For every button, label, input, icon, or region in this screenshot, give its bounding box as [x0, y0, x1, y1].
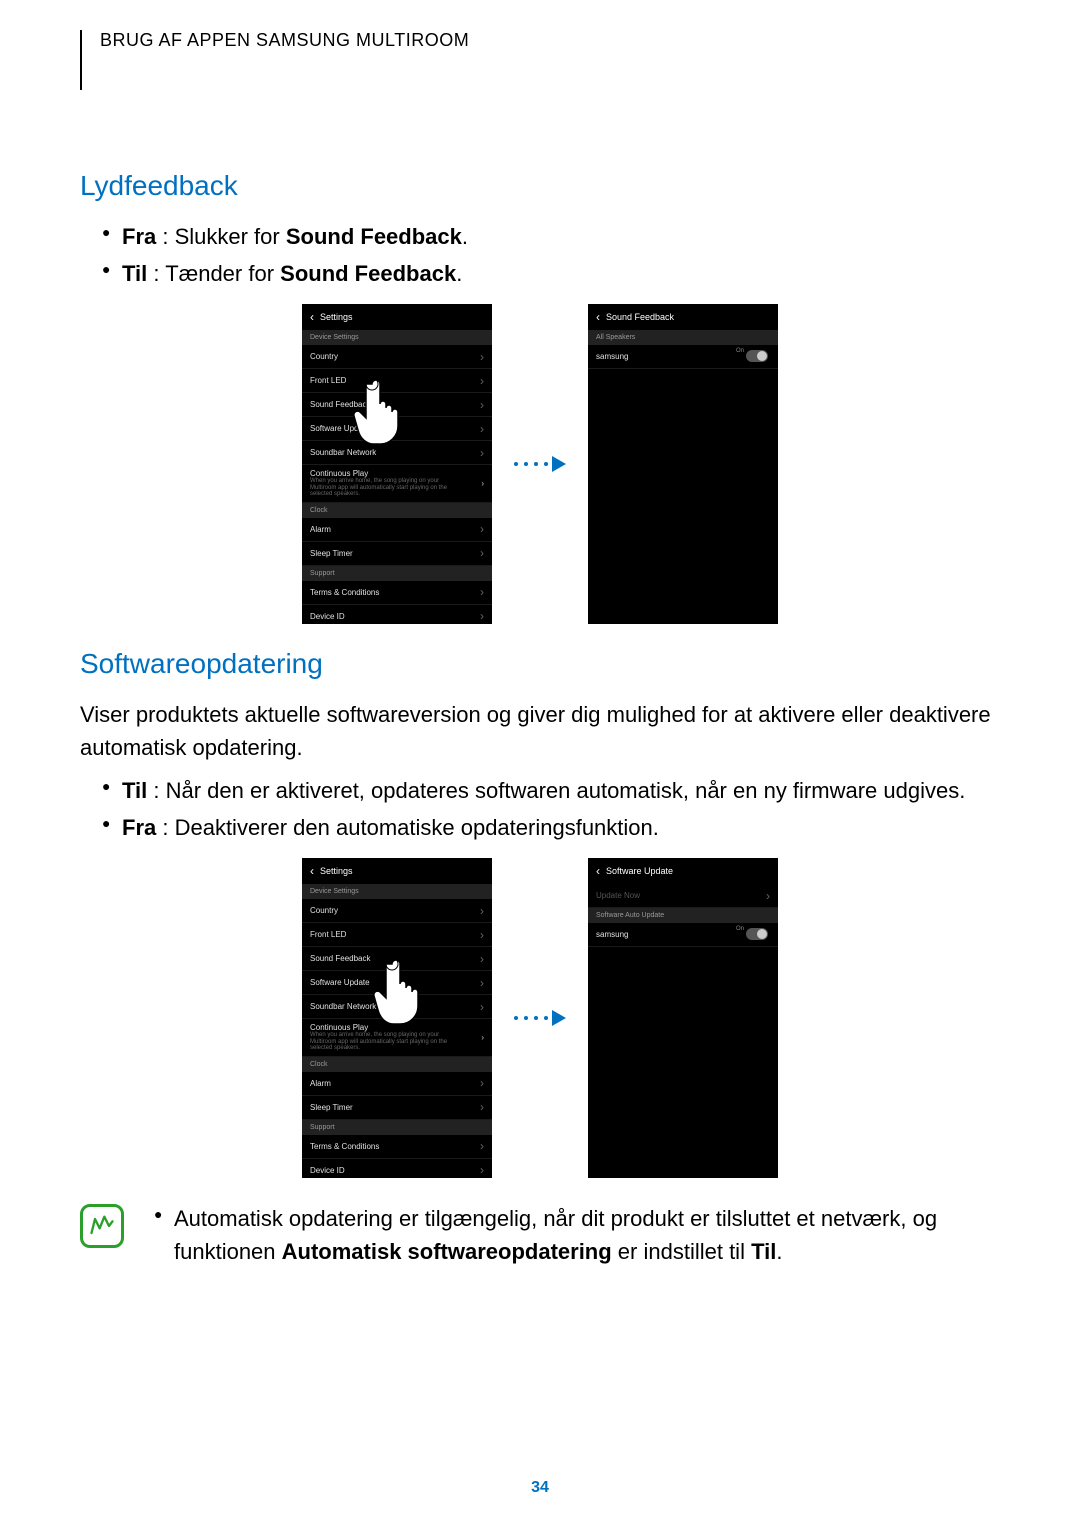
row-speaker: samsung On	[588, 923, 778, 947]
row-softwareupdate: Software Update›	[302, 417, 492, 441]
section-lydfeedback-title: Lydfeedback	[80, 170, 1000, 202]
note-text: Automatisk opdatering er tilgængelig, nå…	[154, 1202, 1000, 1268]
screenshot-row-2: ‹ Settings Device Settings Country› Fron…	[80, 858, 1000, 1178]
back-icon: ‹	[596, 310, 600, 324]
toggle-label: On	[736, 926, 744, 932]
phone-software-update: ‹ Software Update Update Now› Software A…	[588, 858, 778, 1178]
row-sleeptimer: Sleep Timer›	[302, 542, 492, 566]
bullet-fra: Fra : Slukker for Sound Feedback.	[102, 220, 1000, 253]
bullet-til-sw: Til : Når den er aktiveret, opdateres so…	[102, 774, 1000, 807]
phone-title: Sound Feedback	[606, 312, 674, 322]
chevron-right-icon: ›	[480, 1163, 484, 1177]
chevron-right-icon: ›	[480, 609, 484, 623]
main-content: Lydfeedback Fra : Slukker for Sound Feed…	[80, 170, 1000, 1272]
row-speaker: samsung On	[588, 345, 778, 369]
screenshot-row-1: ‹ Settings Device Settings Country› Fron…	[80, 304, 1000, 624]
toggle-switch	[746, 928, 768, 940]
row-deviceid: Device ID›	[302, 1159, 492, 1178]
section-software-title: Softwareopdatering	[80, 648, 1000, 680]
back-icon: ‹	[596, 864, 600, 878]
row-frontled: Front LED›	[302, 369, 492, 393]
support-label: Support	[302, 566, 492, 581]
chevron-right-icon: ›	[480, 546, 484, 560]
row-terms: Terms & Conditions›	[302, 581, 492, 605]
bullet-fra-sw: Fra : Deaktiverer den automatiske opdate…	[102, 811, 1000, 844]
dotted-arrow-icon	[512, 1008, 568, 1028]
chevron-right-icon: ›	[480, 904, 484, 918]
phone-sound-feedback: ‹ Sound Feedback All Speakers samsung On	[588, 304, 778, 624]
chevron-right-icon: ›	[480, 446, 484, 460]
row-update-now: Update Now›	[588, 884, 778, 908]
clock-label: Clock	[302, 1057, 492, 1072]
chevron-right-icon: ›	[766, 889, 770, 903]
row-soundfeedback: Sound Feedback›	[302, 947, 492, 971]
row-continuous-play: Continuous Play When you arrive home, th…	[302, 1019, 492, 1057]
chevron-right-icon: ›	[480, 928, 484, 942]
row-country: Country›	[302, 345, 492, 369]
all-speakers-label: All Speakers	[588, 330, 778, 345]
device-settings-label: Device Settings	[302, 330, 492, 345]
row-deviceid: Device ID›	[302, 605, 492, 624]
chevron-right-icon: ›	[480, 398, 484, 412]
chevron-right-icon: ›	[480, 952, 484, 966]
auto-update-label: Software Auto Update	[588, 908, 778, 923]
chevron-right-icon: ›	[480, 1139, 484, 1153]
phone-settings-2: ‹ Settings Device Settings Country› Fron…	[302, 858, 492, 1178]
software-bullets: Til : Når den er aktiveret, opdateres so…	[80, 774, 1000, 844]
chevron-right-icon: ›	[480, 976, 484, 990]
lydfeedback-bullets: Fra : Slukker for Sound Feedback. Til : …	[80, 220, 1000, 290]
row-alarm: Alarm›	[302, 1072, 492, 1096]
chevron-right-icon: ›	[480, 585, 484, 599]
dotted-arrow-icon	[512, 454, 568, 474]
device-settings-label: Device Settings	[302, 884, 492, 899]
chevron-right-icon: ›	[480, 522, 484, 536]
clock-label: Clock	[302, 503, 492, 518]
back-icon: ‹	[310, 864, 314, 878]
chevron-right-icon: ›	[480, 374, 484, 388]
row-soundbar: Soundbar Network›	[302, 995, 492, 1019]
page-number: 34	[0, 1479, 1080, 1497]
phone-title: Software Update	[606, 866, 673, 876]
bullet-til: Til : Tænder for Sound Feedback.	[102, 257, 1000, 290]
chevron-right-icon: ›	[480, 1100, 484, 1114]
chevron-right-icon: ›	[480, 1000, 484, 1014]
phone-header: ‹ Software Update	[588, 858, 778, 884]
row-country: Country›	[302, 899, 492, 923]
phone-settings-1: ‹ Settings Device Settings Country› Fron…	[302, 304, 492, 624]
toggle-switch	[746, 350, 768, 362]
row-terms: Terms & Conditions›	[302, 1135, 492, 1159]
row-frontled: Front LED›	[302, 923, 492, 947]
row-continuous-play: Continuous Play When you arrive home, th…	[302, 465, 492, 503]
phone-title: Settings	[320, 312, 353, 322]
note-bullets: Automatisk opdatering er tilgængelig, nå…	[144, 1202, 1000, 1272]
row-alarm: Alarm›	[302, 518, 492, 542]
phone-title: Settings	[320, 866, 353, 876]
chevron-right-icon: ›	[481, 479, 484, 488]
note-block: Automatisk opdatering er tilgængelig, nå…	[80, 1202, 1000, 1272]
chevron-right-icon: ›	[480, 1076, 484, 1090]
header-text: BRUG AF APPEN SAMSUNG MULTIROOM	[100, 30, 469, 51]
phone-header: ‹ Settings	[302, 304, 492, 330]
row-softwareupdate: Software Update›	[302, 971, 492, 995]
row-soundbar: Soundbar Network›	[302, 441, 492, 465]
chevron-right-icon: ›	[481, 1033, 484, 1042]
row-soundfeedback: Sound Feedback›	[302, 393, 492, 417]
chevron-right-icon: ›	[480, 350, 484, 364]
back-icon: ‹	[310, 310, 314, 324]
page-header: BRUG AF APPEN SAMSUNG MULTIROOM	[80, 30, 1000, 90]
phone-header: ‹ Settings	[302, 858, 492, 884]
toggle-label: On	[736, 348, 744, 354]
row-sleeptimer: Sleep Timer›	[302, 1096, 492, 1120]
note-icon	[80, 1204, 124, 1248]
support-label: Support	[302, 1120, 492, 1135]
software-intro: Viser produktets aktuelle softwareversio…	[80, 698, 1000, 764]
chevron-right-icon: ›	[480, 422, 484, 436]
phone-header: ‹ Sound Feedback	[588, 304, 778, 330]
